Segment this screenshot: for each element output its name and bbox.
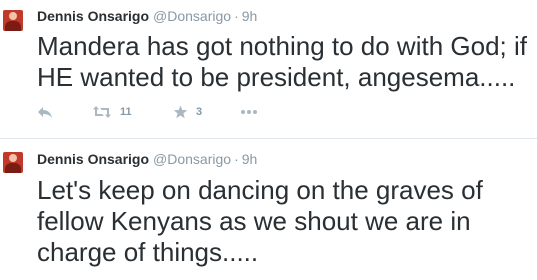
avatar[interactable] [3, 10, 23, 31]
tweet-header: Dennis Onsarigo @Donsarigo · 9h [37, 6, 257, 26]
separator-dot: · [234, 8, 239, 24]
favorite-button[interactable]: 3 [173, 101, 202, 123]
tweet-1[interactable]: Dennis Onsarigo @Donsarigo · 9h Mandera has… [0, 0, 537, 132]
separator-dot: · [234, 151, 239, 167]
tweet-timestamp[interactable]: 9h [242, 151, 258, 167]
author-name[interactable]: Dennis Onsarigo [37, 8, 149, 24]
more-icon [240, 109, 258, 115]
tweet-text: Let's keep on dancing on the graves of f… [37, 175, 483, 267]
tweet-header: Dennis Onsarigo @Donsarigo · 9h [37, 149, 257, 169]
author-name[interactable]: Dennis Onsarigo [37, 151, 149, 167]
tweet-divider [0, 138, 537, 139]
star-icon [173, 105, 188, 119]
retweet-count: 11 [120, 106, 132, 118]
reply-icon [37, 105, 53, 119]
retweet-icon [92, 105, 112, 119]
avatar[interactable] [3, 152, 23, 173]
reply-button[interactable] [37, 101, 53, 123]
more-button[interactable] [240, 101, 258, 123]
author-handle[interactable]: @Donsarigo [153, 151, 231, 167]
tweet-actions: 11 3 [37, 101, 337, 123]
tweet-text: Mandera has got nothing to do with God; … [37, 31, 527, 92]
tweet-2[interactable]: Dennis Onsarigo @Donsarigo · 9h Let's keep … [0, 145, 537, 280]
favorite-count: 3 [196, 106, 203, 118]
retweet-button[interactable]: 11 [92, 101, 132, 123]
tweet-timestamp[interactable]: 9h [242, 8, 258, 24]
author-handle[interactable]: @Donsarigo [153, 8, 231, 24]
